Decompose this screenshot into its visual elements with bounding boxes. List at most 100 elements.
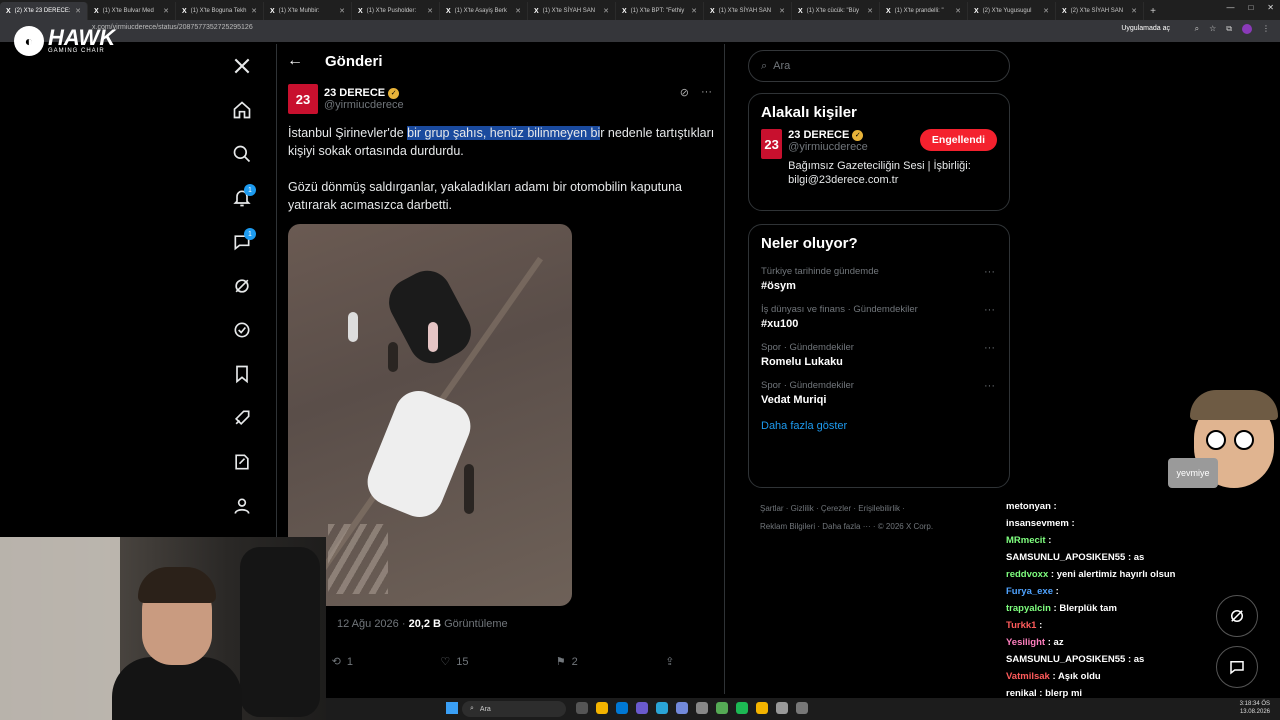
search-icon[interactable] bbox=[222, 132, 262, 176]
tab-close-icon[interactable]: ✕ bbox=[515, 7, 521, 15]
tab-close-icon[interactable]: ✕ bbox=[163, 7, 169, 15]
chat-username[interactable]: Furya_exe bbox=[1006, 586, 1053, 597]
chat-username[interactable]: SAMSUNLU_APOSIKEN55 bbox=[1006, 552, 1125, 563]
url-field[interactable]: x.com/yirmiucderece/status/2087577352725… bbox=[92, 24, 253, 31]
bookmark-button[interactable]: ⚑ 2 bbox=[556, 655, 578, 669]
author-handle[interactable]: @yirmiucderece bbox=[324, 99, 404, 111]
browser-tab[interactable]: X (2) X'te Yugusugul ✕ bbox=[968, 2, 1056, 20]
related-person[interactable]: 23 23 DERECE ✓ @yirmiucderece Bağımsız G… bbox=[749, 129, 1009, 187]
related-avatar[interactable]: 23 bbox=[761, 129, 783, 159]
windows-start-icon[interactable] bbox=[446, 702, 458, 714]
menu-icon[interactable]: ⋮ bbox=[1262, 24, 1270, 34]
browser-tab[interactable]: X (1) X'te Muhbir: ✕ bbox=[264, 2, 352, 20]
app-icon[interactable] bbox=[636, 702, 648, 714]
blocked-button[interactable]: Engellendi bbox=[919, 129, 997, 151]
star-icon[interactable]: ☆ bbox=[1209, 24, 1216, 34]
browser-tab[interactable]: X (2) X'te SİYAH SAN ✕ bbox=[1056, 2, 1144, 20]
share-button[interactable]: ⇪ bbox=[665, 655, 674, 668]
browser-tab[interactable]: X (1) X'te Asayiş Berk ✕ bbox=[440, 2, 528, 20]
extensions-icon[interactable]: ⧉ bbox=[1226, 24, 1232, 34]
app-icon[interactable] bbox=[656, 702, 668, 714]
chat-username[interactable]: Turkk1 bbox=[1006, 620, 1036, 631]
taskbar-search[interactable]: ⌕ Ara bbox=[462, 701, 566, 717]
chat-username[interactable]: Yesilight bbox=[1006, 637, 1045, 648]
bookmarks-icon[interactable] bbox=[222, 352, 262, 396]
tab-close-icon[interactable]: ✕ bbox=[1043, 7, 1049, 15]
show-more-link[interactable]: Daha fazla göster bbox=[749, 412, 1009, 440]
messages-fab[interactable] bbox=[1216, 646, 1258, 688]
app-icon[interactable] bbox=[796, 702, 808, 714]
back-arrow-icon[interactable]: ← bbox=[287, 52, 303, 70]
discord-icon[interactable] bbox=[676, 702, 688, 714]
tab-close-icon[interactable]: ✕ bbox=[251, 7, 257, 15]
browser-tab[interactable]: X (2) X'te 23 DERECE: ✕ bbox=[0, 2, 88, 20]
author-name[interactable]: 23 DERECE ✓ bbox=[324, 87, 404, 99]
chat-username[interactable]: trapyalcin bbox=[1006, 603, 1051, 614]
author-avatar[interactable]: 23 bbox=[288, 84, 318, 114]
browser-tab[interactable]: X (1) X'te SİYAH SAN ✕ bbox=[528, 2, 616, 20]
app-icon[interactable] bbox=[776, 702, 788, 714]
search-input[interactable]: ⌕ Ara bbox=[748, 50, 1010, 82]
grok-post-icon[interactable]: ⊘ bbox=[680, 86, 689, 99]
profile-icon[interactable] bbox=[222, 484, 262, 528]
post-author[interactable]: 23 23 DERECE ✓ @yirmiucderece bbox=[288, 84, 718, 114]
notifications-bell-icon[interactable]: 1 bbox=[222, 176, 262, 220]
tab-close-icon[interactable]: ✕ bbox=[75, 7, 81, 15]
chat-username[interactable]: Vatmilsak bbox=[1006, 671, 1050, 682]
chat-username[interactable]: SAMSUNLU_APOSIKEN55 bbox=[1006, 654, 1125, 665]
chat-username[interactable]: insansevmem bbox=[1006, 518, 1069, 529]
tab-close-icon[interactable]: ✕ bbox=[603, 7, 609, 15]
tab-close-icon[interactable]: ✕ bbox=[427, 7, 433, 15]
more-options-icon[interactable]: ··· bbox=[701, 86, 712, 99]
browser-tab[interactable]: X (1) X'te BPT: "Fethiy ✕ bbox=[616, 2, 704, 20]
messages-icon[interactable]: 1 bbox=[222, 220, 262, 264]
browser-tab[interactable]: X (1) X'te SİYAH SAN ✕ bbox=[704, 2, 792, 20]
post-video[interactable] bbox=[288, 224, 572, 606]
trend-item[interactable]: Spor · Gündemdekiler Romelu Lukaku ··· bbox=[749, 336, 1009, 374]
chat-username[interactable]: reddvoxx bbox=[1006, 569, 1048, 580]
tab-close-icon[interactable]: ✕ bbox=[779, 7, 785, 15]
chat-username[interactable]: metonyan bbox=[1006, 501, 1051, 512]
trend-item[interactable]: Türkiye tarihinde gündemde #ösym ··· bbox=[749, 260, 1009, 298]
grok-fab[interactable] bbox=[1216, 595, 1258, 637]
x-logo-icon[interactable] bbox=[222, 44, 262, 88]
chat-username[interactable]: MRmecit bbox=[1006, 535, 1046, 546]
app-icon[interactable] bbox=[696, 702, 708, 714]
minimize-icon[interactable]: — bbox=[1226, 3, 1234, 12]
more-options-icon[interactable]: ··· bbox=[984, 266, 995, 278]
tab-close-icon[interactable]: ✕ bbox=[1131, 7, 1137, 15]
post-time[interactable]: 12 Ağu 2026 bbox=[337, 618, 399, 630]
browser-tab[interactable]: X (1) X'te Bulvar Med ✕ bbox=[88, 2, 176, 20]
like-button[interactable]: ♡ 15 bbox=[440, 655, 468, 669]
grok-icon[interactable] bbox=[222, 264, 262, 308]
maximize-icon[interactable]: □ bbox=[1248, 3, 1253, 12]
trend-item[interactable]: İş dünyası ve finans · Gündemdekiler #xu1… bbox=[749, 298, 1009, 336]
more-options-icon[interactable]: ··· bbox=[984, 342, 995, 354]
more-options-icon[interactable]: ··· bbox=[984, 304, 995, 316]
edge-icon[interactable] bbox=[616, 702, 628, 714]
new-tab-icon[interactable]: + bbox=[1144, 2, 1162, 20]
repost-button[interactable]: ⟲ 1 bbox=[332, 655, 353, 669]
rocket-icon[interactable] bbox=[222, 396, 262, 440]
home-icon[interactable] bbox=[222, 88, 262, 132]
verified-icon[interactable] bbox=[222, 308, 262, 352]
footer-links-2[interactable]: Reklam Bilgileri · Daha fazla ··· · © 20… bbox=[760, 518, 990, 536]
browser-tab[interactable]: X (1) X'te prandelli: " ✕ bbox=[880, 2, 968, 20]
app-icon[interactable] bbox=[716, 702, 728, 714]
app-icon[interactable] bbox=[576, 702, 588, 714]
open-in-app-button[interactable]: Uygulamada aç bbox=[1121, 25, 1170, 32]
chrome-icon[interactable] bbox=[596, 702, 608, 714]
profile-avatar[interactable] bbox=[1242, 24, 1252, 34]
taskbar-clock[interactable]: 3:18:34 ÖS 13.08.2026 bbox=[1240, 700, 1270, 716]
tab-close-icon[interactable]: ✕ bbox=[691, 7, 697, 15]
close-window-icon[interactable]: ✕ bbox=[1267, 3, 1274, 12]
spotify-icon[interactable] bbox=[736, 702, 748, 714]
compose-icon[interactable] bbox=[222, 440, 262, 484]
browser-tab[interactable]: X (1) X'te Pusholder: ✕ bbox=[352, 2, 440, 20]
zoom-icon[interactable]: ⌕ bbox=[1195, 24, 1199, 34]
tab-close-icon[interactable]: ✕ bbox=[867, 7, 873, 15]
chrome-icon[interactable] bbox=[756, 702, 768, 714]
trend-item[interactable]: Spor · Gündemdekiler Vedat Muriqi ··· bbox=[749, 374, 1009, 412]
tab-close-icon[interactable]: ✕ bbox=[955, 7, 961, 15]
tab-close-icon[interactable]: ✕ bbox=[339, 7, 345, 15]
